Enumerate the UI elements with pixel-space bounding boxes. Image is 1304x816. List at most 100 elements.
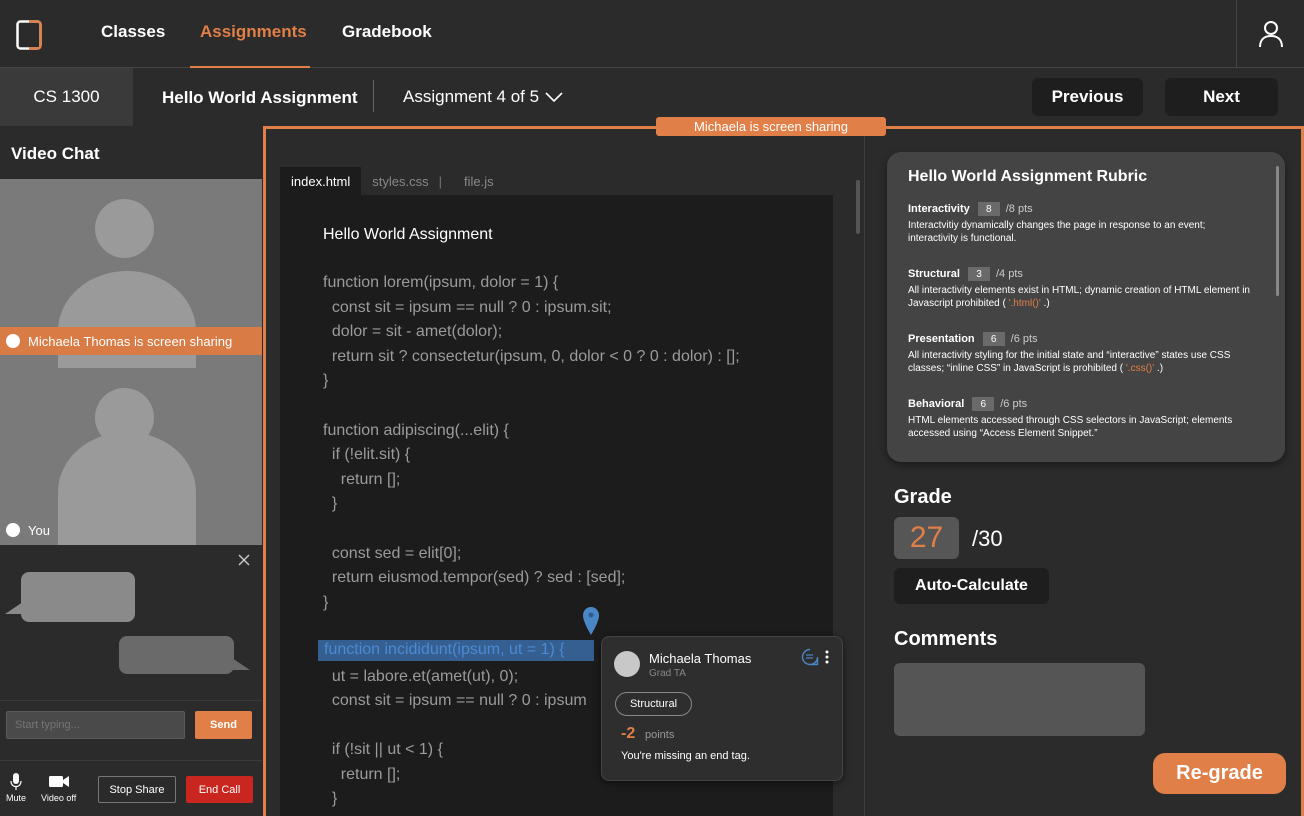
chat-input[interactable] bbox=[6, 711, 185, 739]
rubric-desc-text: Interactvitiy dynamically changes the pa… bbox=[908, 220, 1206, 244]
rubric-scrollbar[interactable] bbox=[1276, 166, 1279, 296]
more-options-icon[interactable] bbox=[824, 649, 830, 665]
tab-styles-css[interactable]: styles.css | bbox=[361, 167, 453, 195]
participant-name: Michaela Thomas is screen sharing bbox=[28, 333, 233, 349]
send-button[interactable]: Send bbox=[195, 711, 252, 739]
user-icon bbox=[1259, 21, 1283, 48]
rubric-desc-text: HTML elements accessed through CSS selec… bbox=[908, 415, 1233, 439]
grade-max: /30 bbox=[972, 526, 1003, 551]
chat-bubble-incoming bbox=[5, 572, 135, 622]
end-call-button[interactable]: End Call bbox=[186, 776, 253, 803]
rubric-desc-tail: .) bbox=[1040, 297, 1050, 309]
avatar-head bbox=[95, 199, 154, 258]
comments-label: Comments bbox=[894, 628, 998, 650]
tab-file-js[interactable]: file.js bbox=[453, 167, 505, 195]
video-tile-you: You bbox=[0, 368, 262, 545]
comments-input[interactable] bbox=[894, 663, 1145, 736]
screen-share-banner: Michaela is screen sharing bbox=[656, 117, 886, 136]
video-chat-panel: Video Chat Michaela Thomas is screen sha… bbox=[0, 126, 262, 816]
nav-tab-classes[interactable]: Classes bbox=[101, 22, 165, 42]
assignment-title: Hello World Assignment bbox=[162, 88, 358, 107]
code-line: const sit = ipsum == null ? 0 : ipsum.si… bbox=[323, 298, 612, 316]
tab-index-html[interactable]: index.html bbox=[280, 167, 362, 195]
rubric-desc: All interactivity styling for the initia… bbox=[908, 350, 1258, 375]
app-logo-icon[interactable] bbox=[16, 20, 42, 50]
grade-value[interactable]: 27 bbox=[894, 517, 959, 559]
nav-tab-assignments[interactable]: Assignments bbox=[200, 22, 307, 42]
video-off-button[interactable]: Video off bbox=[41, 773, 76, 803]
avatar bbox=[614, 651, 640, 677]
rubric-card: Hello World Assignment Rubric Interactiv… bbox=[887, 152, 1285, 462]
assignment-selector[interactable]: Assignment 4 of 5 bbox=[403, 87, 563, 107]
regrade-button[interactable]: Re-grade bbox=[1153, 753, 1286, 794]
video-tile-michaela: Michaela Thomas is screen sharing bbox=[0, 179, 262, 368]
rubric-item-name: Structural bbox=[908, 268, 960, 280]
code-line: if (!elit.sit) { bbox=[323, 446, 411, 464]
rubric-desc: Interactvitiy dynamically changes the pa… bbox=[908, 220, 1258, 245]
comment-icon[interactable] bbox=[801, 648, 819, 666]
tab-label: styles.css bbox=[372, 173, 429, 189]
map-pin-icon[interactable] bbox=[582, 606, 600, 636]
rubric-item-interactivity: Interactivity 8/8 pts Interactvitiy dynam… bbox=[908, 202, 1258, 245]
chat-bubble-outgoing bbox=[119, 636, 250, 674]
code-line: function adipiscing(...elit) { bbox=[323, 421, 509, 439]
rubric-item-name: Presentation bbox=[908, 333, 975, 345]
rubric-score[interactable]: 8 bbox=[977, 202, 1000, 216]
mute-label: Mute bbox=[6, 793, 27, 803]
assignment-header: CS 1300 Hello World Assignment Assignmen… bbox=[0, 68, 1304, 126]
camera-icon bbox=[48, 776, 69, 787]
nav-tab-gradebook[interactable]: Gradebook bbox=[342, 22, 432, 42]
points-deduction: -2 bbox=[621, 725, 636, 742]
header-divider bbox=[373, 80, 374, 112]
rubric-desc: HTML elements accessed through CSS selec… bbox=[908, 415, 1258, 440]
video-chat-title: Video Chat bbox=[11, 144, 100, 163]
user-menu[interactable] bbox=[1236, 0, 1304, 68]
close-icon[interactable] bbox=[237, 553, 251, 567]
rubric-desc: All interactivity elements exist in HTML… bbox=[908, 285, 1258, 310]
chat-messages bbox=[0, 545, 262, 700]
code-reference: '.css()' bbox=[1125, 362, 1155, 374]
rubric-max: /6 pts bbox=[1010, 333, 1038, 345]
highlighted-code-text: function incididunt(ipsum, ut = 1) { bbox=[324, 641, 565, 658]
previous-button[interactable]: Previous bbox=[1032, 78, 1143, 116]
code-line: return []; bbox=[323, 470, 401, 488]
auto-calculate-button[interactable]: Auto-Calculate bbox=[894, 568, 1049, 604]
app-root: Classes Assignments Gradebook CS 1300 He… bbox=[0, 0, 1304, 816]
comment-message: You're missing an end tag. bbox=[621, 750, 750, 762]
mute-button[interactable]: Mute bbox=[6, 773, 26, 803]
editor-scrollbar[interactable] bbox=[856, 180, 860, 234]
course-label[interactable]: CS 1300 bbox=[0, 68, 133, 126]
code-line: } bbox=[323, 495, 338, 513]
category-tag[interactable]: Structural bbox=[615, 692, 692, 716]
rubric-score[interactable]: 6 bbox=[972, 397, 995, 411]
rubric-desc-tail: .) bbox=[1154, 362, 1164, 374]
call-controls: Mute Video off Stop Share End Call bbox=[0, 760, 262, 816]
rubric-score[interactable]: 3 bbox=[967, 267, 990, 281]
code-line: function lorem(ipsum, dolor = 1) { bbox=[323, 274, 559, 291]
code-line: dolor = sit - amet(dolor); bbox=[323, 323, 503, 341]
video-label-michaela: Michaela Thomas is screen sharing bbox=[0, 327, 262, 355]
comment-popover: Michaela Thomas Grad TA Structural -2 po… bbox=[601, 636, 843, 781]
status-dot bbox=[6, 523, 20, 537]
chat-input-row: Send bbox=[0, 700, 262, 760]
code-reference: '.html()' bbox=[1008, 297, 1041, 309]
commenter-role: Grad TA bbox=[649, 668, 686, 679]
editor-tabs: index.html styles.css | file.js bbox=[280, 167, 505, 195]
rubric-item-behavioral: Behavioral 6/6 pts HTML elements accessed… bbox=[908, 397, 1258, 440]
code-line: } bbox=[323, 790, 338, 808]
video-label-you: You bbox=[0, 516, 262, 544]
code-line: const sed = elit[0]; bbox=[323, 544, 462, 562]
rubric-score[interactable]: 6 bbox=[982, 332, 1005, 346]
next-button[interactable]: Next bbox=[1165, 78, 1278, 116]
participant-name: You bbox=[28, 522, 50, 538]
stop-share-button[interactable]: Stop Share bbox=[98, 776, 176, 803]
code-line: return sit ? consectetur(ipsum, 0, dolor… bbox=[323, 347, 740, 365]
code-line: return eiusmod.tempor(sed) ? sed : [sed]… bbox=[323, 569, 626, 587]
rubric-item-name: Interactivity bbox=[908, 203, 970, 215]
rubric-item-presentation: Presentation 6/6 pts All interactivity st… bbox=[908, 332, 1258, 375]
rubric-title: Hello World Assignment Rubric bbox=[908, 168, 1148, 185]
top-nav: Classes Assignments Gradebook bbox=[0, 0, 1304, 68]
assignment-count: Assignment 4 of 5 bbox=[403, 87, 540, 106]
